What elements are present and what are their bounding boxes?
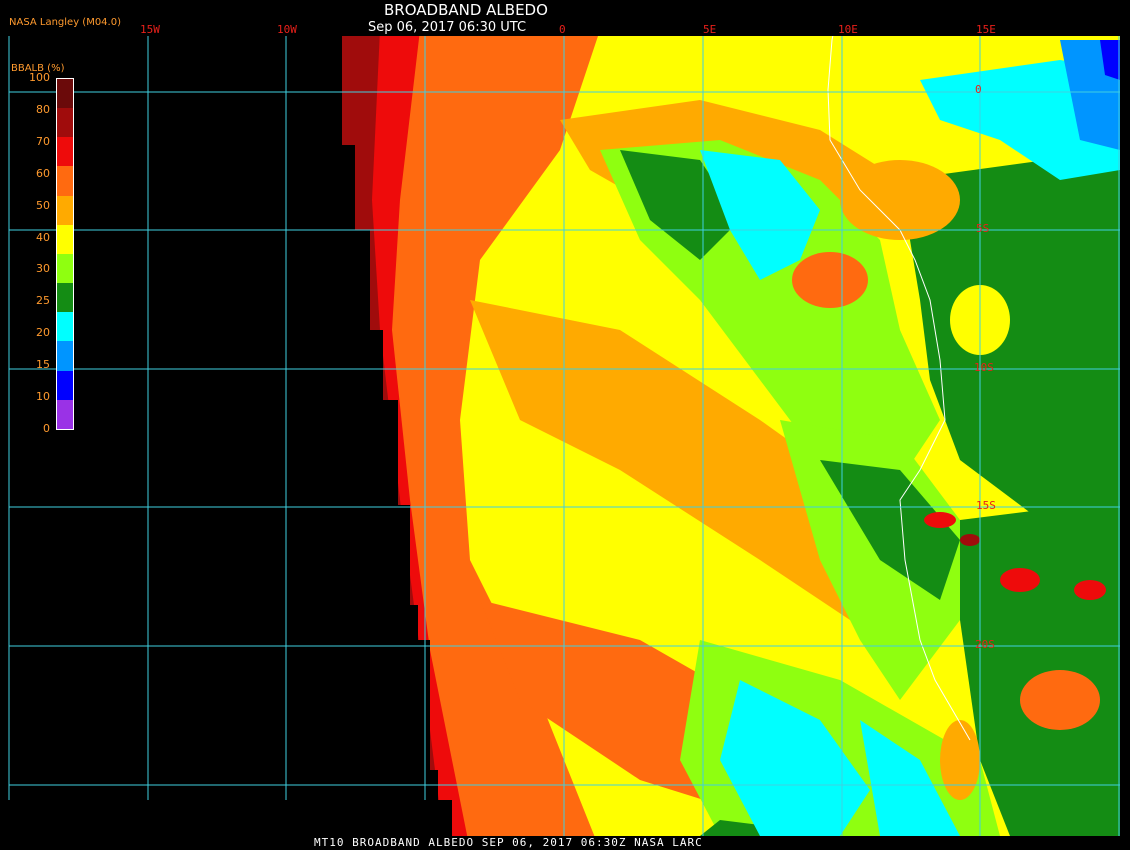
lat-label-20s: 20S — [975, 638, 995, 651]
colorbar-tick-label: 0 — [43, 422, 50, 435]
albedo-map — [8, 36, 1120, 836]
colorbar-swatch — [57, 166, 73, 196]
albedo-field — [342, 36, 1120, 836]
colorbar-tick-label: 25 — [36, 294, 50, 308]
colorbar-tick-label: 10 — [36, 390, 50, 404]
lon-label-10w: 10W — [277, 23, 297, 36]
colorbar-tick-label: 30 — [36, 262, 50, 276]
footer-caption: MT10 BROADBAND ALBEDO SEP 06, 2017 06:30… — [314, 836, 703, 849]
colorbar-swatch — [57, 137, 73, 167]
colorbar-swatch — [57, 253, 73, 284]
map-title: BROADBAND ALBEDO — [384, 1, 548, 19]
colorbar-tick-label: 100 — [29, 71, 50, 84]
lat-label-10s: 10S — [974, 361, 994, 374]
colorbar-swatch — [57, 341, 73, 371]
colorbar — [56, 78, 74, 430]
colorbar-swatch — [57, 283, 73, 313]
colorbar-swatch — [57, 108, 73, 138]
lon-label-5e: 5E — [703, 23, 717, 36]
colorbar-tick-label: 50 — [36, 198, 50, 212]
lat-label-15s: 15S — [976, 499, 996, 512]
lat-label-0: 0 — [975, 83, 982, 96]
colorbar-swatch — [57, 224, 73, 254]
colorbar-swatch — [57, 370, 73, 400]
colorbar-swatch — [57, 79, 73, 109]
lon-label-0: 0 — [559, 23, 566, 36]
colorbar-swatch — [57, 399, 73, 429]
colorbar-tick-label: 80 — [36, 102, 50, 116]
colorbar-swatch — [57, 195, 73, 225]
colorbar-tick-label: 60 — [36, 166, 50, 180]
lon-label-10e: 10E — [838, 23, 858, 36]
lon-label-15w: 15W — [140, 23, 160, 36]
colorbar-tick-label: 40 — [36, 230, 50, 244]
lon-label-15e: 15E — [976, 23, 996, 36]
lat-label-5s: 5S — [976, 222, 990, 235]
colorbar-tick-label: 20 — [36, 326, 50, 340]
source-label: NASA Langley (M04.0) — [9, 17, 121, 28]
colorbar-tick-label: 15 — [36, 358, 50, 372]
colorbar-swatch — [57, 312, 73, 342]
map-datetime: Sep 06, 2017 06:30 UTC — [368, 20, 527, 35]
colorbar-tick-label: 70 — [36, 134, 50, 148]
albedo-map-page: BROADBAND ALBEDO Sep 06, 2017 06:30 UTC … — [0, 0, 1130, 850]
